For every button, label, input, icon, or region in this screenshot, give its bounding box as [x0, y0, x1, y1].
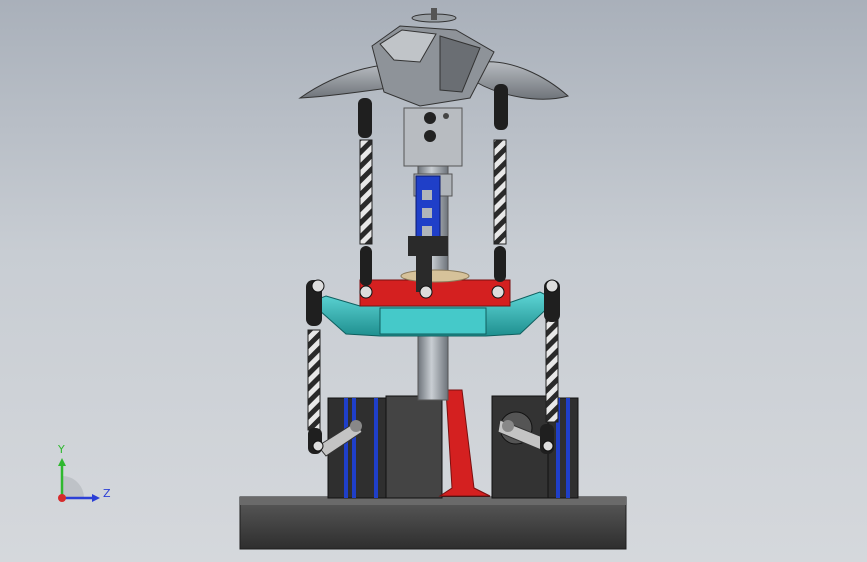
- red-support-bracket: [438, 389, 491, 497]
- cad-viewport[interactable]: Y Z: [0, 0, 867, 562]
- rotor-head-block: [403, 107, 463, 167]
- rotor-blades: [298, 8, 570, 107]
- base-plate: [239, 496, 627, 550]
- z-axis-arrow: [92, 494, 100, 502]
- helicopter-rotor-assembly-model[interactable]: [0, 0, 867, 562]
- triad-plane: [62, 476, 84, 498]
- y-axis-label: Y: [57, 443, 65, 456]
- left-servo: [327, 395, 443, 499]
- x-axis-origin: [58, 494, 66, 502]
- coordinate-triad: Y Z: [57, 443, 111, 502]
- y-axis-arrow: [58, 458, 66, 466]
- swashplate-upper: [359, 269, 511, 307]
- z-axis-label: Z: [103, 487, 111, 500]
